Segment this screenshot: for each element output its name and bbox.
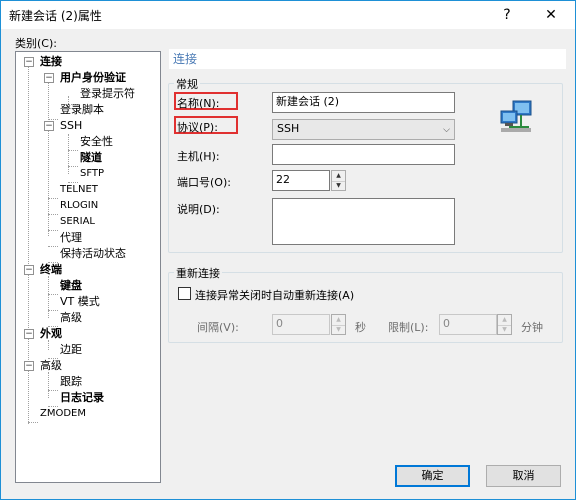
tree-item-advanced[interactable]: 高级 xyxy=(40,358,62,373)
general-group-label: 常规 xyxy=(174,76,200,92)
host-label: 主机(H): xyxy=(177,150,220,163)
protocol-label: 协议(P): xyxy=(177,121,218,134)
interval-field[interactable]: 0 xyxy=(272,314,330,335)
category-tree[interactable]: − 连接 − 用户身份验证 登录提示符 登录脚本 − SSH 安全性 隧道 SF… xyxy=(15,51,161,483)
tree-item-rlogin[interactable]: RLOGIN xyxy=(60,198,98,213)
spin-down-icon[interactable]: ▼ xyxy=(498,325,511,335)
tree-item-keepalive[interactable]: 保持活动状态 xyxy=(60,246,126,261)
description-label: 说明(D): xyxy=(177,203,220,216)
tree-item-telnet[interactable]: TELNET xyxy=(60,182,98,197)
tree-item-login-script[interactable]: 登录脚本 xyxy=(60,102,104,117)
tree-item-ssh[interactable]: SSH xyxy=(60,118,82,133)
auto-reconnect-label[interactable]: 连接异常关闭时自动重新连接(A) xyxy=(195,287,354,303)
reconnect-group-label: 重新连接 xyxy=(174,265,222,281)
category-label: 类别(C): xyxy=(15,37,57,50)
tree-item-login-prompts[interactable]: 登录提示符 xyxy=(80,86,135,101)
description-field[interactable] xyxy=(272,198,455,245)
collapse-icon[interactable]: − xyxy=(24,329,34,339)
tree-item-tunnel[interactable]: 隧道 xyxy=(80,150,102,165)
network-icon xyxy=(499,99,535,135)
tree-item-user-auth[interactable]: 用户身份验证 xyxy=(60,70,126,85)
tree-item-keyboard[interactable]: 键盘 xyxy=(60,278,82,293)
name-label: 名称(N): xyxy=(177,97,220,110)
tree-item-terminal-advanced[interactable]: 高级 xyxy=(60,310,82,325)
port-label: 端口号(O): xyxy=(177,176,231,189)
limit-field[interactable]: 0 xyxy=(439,314,497,335)
tree-item-sftp[interactable]: SFTP xyxy=(80,166,104,181)
limit-label: 限制(L): xyxy=(388,321,429,334)
collapse-icon[interactable]: − xyxy=(44,73,54,83)
window-title: 新建会话 (2)属性 xyxy=(9,9,102,23)
close-icon[interactable]: ✕ xyxy=(533,3,569,27)
tree-item-logging[interactable]: 日志记录 xyxy=(60,390,104,405)
name-field[interactable]: 新建会话 (2) xyxy=(272,92,455,113)
tree-item-appearance[interactable]: 外观 xyxy=(40,326,62,341)
help-icon[interactable]: ? xyxy=(495,3,519,27)
interval-label: 间隔(V): xyxy=(197,321,239,334)
port-field[interactable]: 22 xyxy=(272,170,330,191)
protocol-value: SSH xyxy=(277,122,300,135)
tree-item-security[interactable]: 安全性 xyxy=(80,134,113,149)
cancel-button[interactable]: 取消 xyxy=(486,465,561,487)
tree-item-serial[interactable]: SERIAL xyxy=(60,214,95,229)
collapse-icon[interactable]: − xyxy=(24,361,34,371)
interval-unit: 秒 xyxy=(355,321,366,334)
tree-item-zmodem[interactable]: ZMODEM xyxy=(40,406,86,421)
limit-unit: 分钟 xyxy=(521,321,543,334)
port-stepper[interactable]: ▲ ▼ xyxy=(331,170,346,191)
title-bar: 新建会话 (2)属性 ? ✕ xyxy=(1,1,575,29)
tree-item-proxy[interactable]: 代理 xyxy=(60,230,82,245)
limit-stepper[interactable]: ▲ ▼ xyxy=(497,314,512,335)
collapse-icon[interactable]: − xyxy=(24,265,34,275)
chevron-down-icon: ⌵ xyxy=(443,125,450,135)
collapse-icon[interactable]: − xyxy=(24,57,34,67)
tree-item-trace[interactable]: 跟踪 xyxy=(60,374,82,389)
interval-stepper[interactable]: ▲ ▼ xyxy=(331,314,346,335)
tree-item-terminal[interactable]: 终端 xyxy=(40,262,62,277)
tree-item-margin[interactable]: 边距 xyxy=(60,342,82,357)
properties-dialog: 新建会话 (2)属性 ? ✕ 类别(C): − 连接 − 用户身份验证 登录提示… xyxy=(0,0,576,500)
panel-title: 连接 xyxy=(169,49,566,69)
tree-item-connection[interactable]: 连接 xyxy=(40,54,62,69)
tree-item-vt-mode[interactable]: VT 模式 xyxy=(60,294,100,309)
protocol-select[interactable]: SSH ⌵ xyxy=(272,119,455,140)
ok-button[interactable]: 确定 xyxy=(395,465,470,487)
auto-reconnect-checkbox[interactable] xyxy=(178,287,191,300)
collapse-icon[interactable]: − xyxy=(44,121,54,131)
spin-down-icon[interactable]: ▼ xyxy=(332,325,345,335)
spin-down-icon[interactable]: ▼ xyxy=(332,181,345,191)
host-field[interactable] xyxy=(272,144,455,165)
